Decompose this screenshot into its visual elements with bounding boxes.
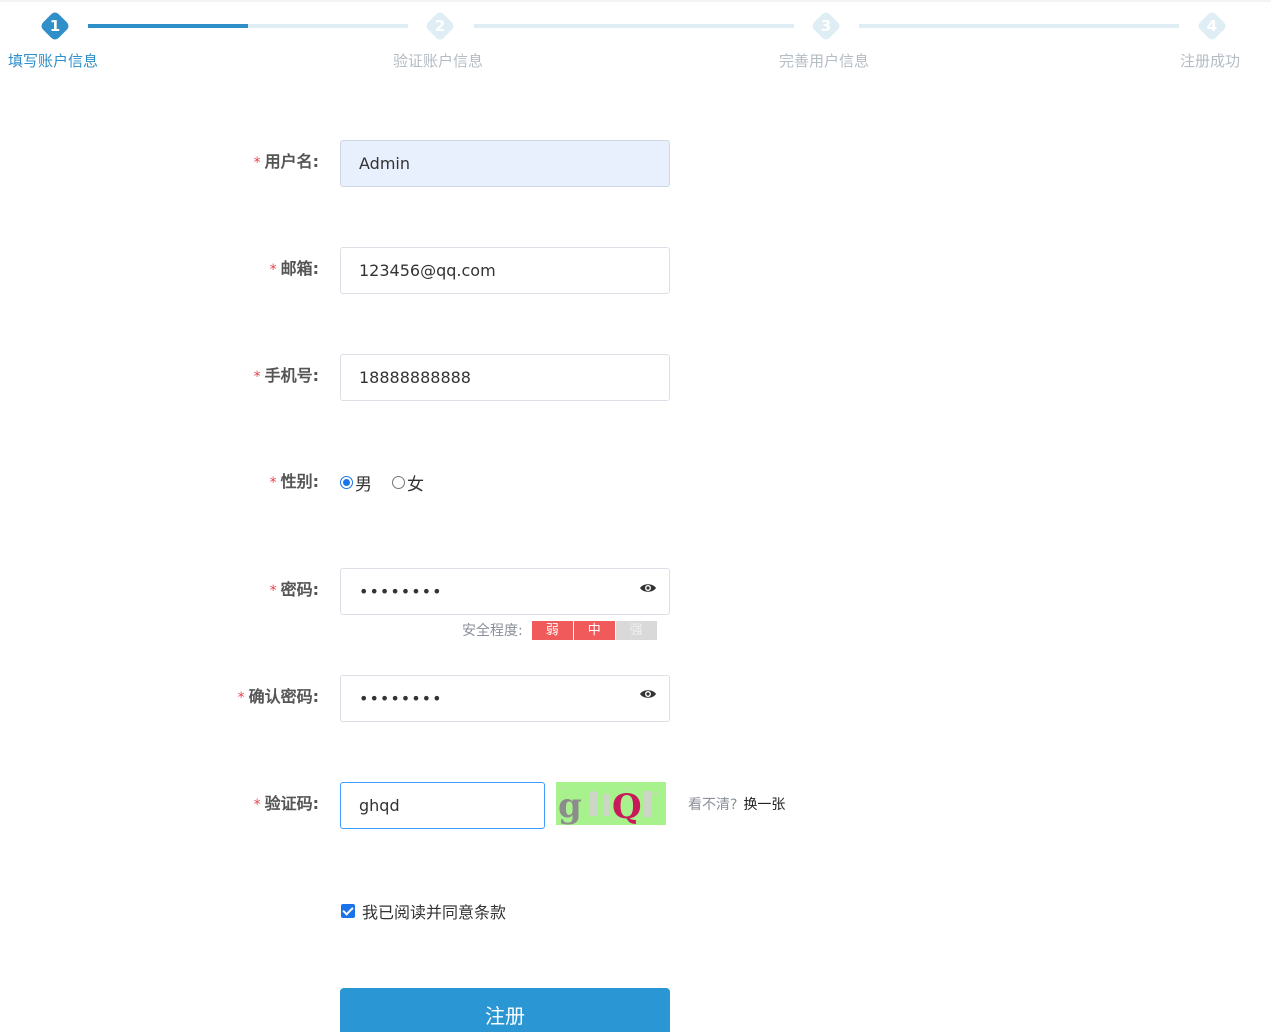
register-button[interactable]: 注册 (340, 988, 670, 1032)
phone-input[interactable]: 18888888888 (340, 354, 670, 401)
gender-radio-group: 男 女 (340, 470, 444, 495)
captcha-refresh: 看不清? 换一张 (688, 794, 785, 814)
phone-label-text: 手机号: (264, 366, 319, 385)
required-mark: * (253, 369, 261, 385)
step-4-label: 注册成功 (1180, 52, 1241, 70)
step-1-label: 填写账户信息 (8, 52, 99, 70)
step-connector-3 (859, 24, 1179, 28)
captcha-label-text: 验证码: (264, 794, 319, 813)
captcha-image[interactable]: g Q (556, 782, 666, 825)
step-4-marker: 4 (1196, 10, 1228, 42)
show-password-eye-icon[interactable] (639, 582, 657, 594)
step-1-number: 1 (49, 17, 61, 35)
email-label: * 邮箱: (270, 259, 319, 279)
required-mark: * (269, 262, 277, 278)
step-1-marker: 1 (39, 10, 71, 42)
captcha-char-2: Q (612, 787, 642, 825)
confirm-password-label-text: 确认密码: (248, 687, 319, 706)
step-connector-1 (88, 24, 408, 28)
show-confirm-password-eye-icon[interactable] (639, 688, 657, 700)
password-label: * 密码: (270, 580, 319, 600)
captcha-label: * 验证码: (254, 794, 319, 814)
gender-label: * 性别: (270, 472, 319, 492)
step-2-marker: 2 (424, 10, 456, 42)
required-mark: * (269, 583, 277, 599)
step-4-number: 4 (1206, 17, 1218, 35)
strength-label: 安全程度: (462, 623, 523, 639)
required-mark: * (237, 690, 245, 706)
captcha-tip-text: 看不清? (688, 797, 738, 813)
username-label: * 用户名: (254, 152, 319, 172)
agreement-row: 我已阅读并同意条款 (341, 899, 506, 923)
captcha-change-link[interactable]: 换一张 (743, 797, 785, 813)
confirm-password-label: * 确认密码: (238, 687, 319, 707)
strength-strong: 强 (615, 620, 657, 640)
password-label-text: 密码: (280, 580, 319, 599)
gender-male-label[interactable]: 男 (355, 470, 372, 495)
email-input[interactable]: 123456@qq.com (340, 247, 670, 294)
password-strength-meter: 安全程度: 弱 中 强 (462, 620, 658, 640)
step-2-number: 2 (434, 17, 446, 35)
step-progress-fill (88, 24, 248, 28)
captcha-input[interactable]: ghqd (340, 782, 545, 829)
register-page: 1 2 3 4 填写账户信息 验证账户信息 完善用户信息 注册成功 * 用户名: … (0, 0, 1271, 1032)
required-mark: * (253, 797, 261, 813)
phone-label: * 手机号: (254, 366, 319, 386)
username-label-text: 用户名: (264, 152, 319, 171)
required-mark: * (269, 475, 277, 491)
confirm-password-input[interactable]: •••••••• (340, 675, 670, 722)
strength-medium: 中 (573, 620, 615, 640)
top-divider (0, 0, 1271, 2)
gender-female-radio[interactable] (392, 475, 405, 489)
step-3-label: 完善用户信息 (779, 52, 870, 70)
registration-stepper: 1 2 3 4 填写账户信息 验证账户信息 完善用户信息 注册成功 (0, 0, 1271, 90)
gender-female-label[interactable]: 女 (407, 470, 424, 495)
step-2-label: 验证账户信息 (393, 52, 484, 70)
gender-label-text: 性别: (280, 472, 319, 491)
captcha-char-1: g (558, 786, 582, 825)
password-input[interactable]: •••••••• (340, 568, 670, 615)
step-3-number: 3 (820, 17, 832, 35)
strength-weak: 弱 (531, 620, 573, 640)
step-3-marker: 3 (810, 10, 842, 42)
agree-checkbox[interactable] (341, 904, 355, 918)
step-connector-2 (474, 24, 794, 28)
email-label-text: 邮箱: (280, 259, 319, 278)
agree-label[interactable]: 我已阅读并同意条款 (362, 899, 506, 923)
required-mark: * (253, 155, 261, 171)
username-input[interactable]: Admin (340, 140, 670, 187)
gender-male-radio[interactable] (340, 475, 353, 489)
